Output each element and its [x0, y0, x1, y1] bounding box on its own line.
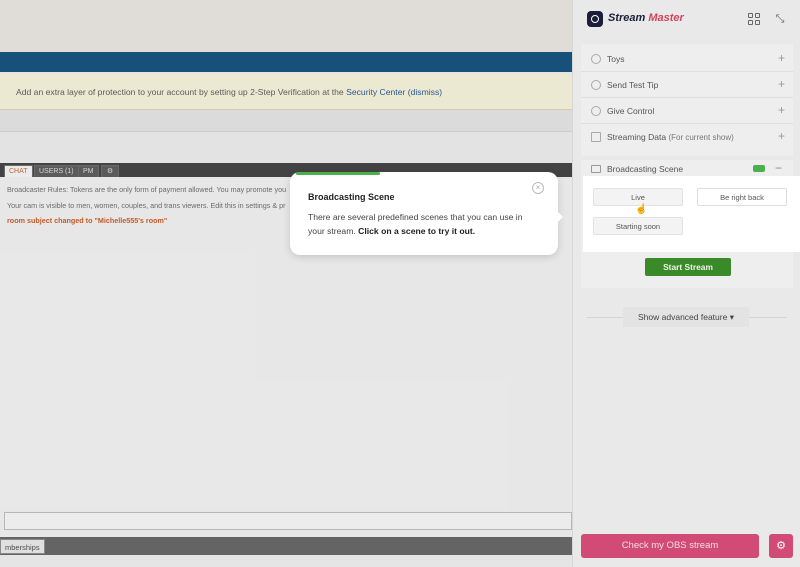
scene-options: Live Be right back Starting soon ☝	[583, 176, 800, 252]
app-title-main: Stream	[608, 12, 646, 24]
menu-item-label: Give Control	[607, 106, 655, 116]
main-page: Add an extra layer of protection to your…	[0, 0, 572, 567]
minus-icon[interactable]: −	[775, 161, 782, 175]
plus-icon[interactable]: +	[778, 78, 785, 90]
popover-instruction: Click on a scene to try it out.	[358, 226, 476, 236]
scene-label: Broadcasting Scene	[607, 164, 684, 174]
popover-arrow	[556, 210, 563, 224]
check-obs-stream-button[interactable]: Check my OBS stream	[581, 534, 759, 558]
menu-item-label: Toys	[607, 54, 625, 64]
menu-item-send-test-tip[interactable]: Send Test Tip +	[581, 72, 793, 98]
app-title-accent: Master	[648, 12, 684, 24]
streaming-data-sub: (For current show)	[668, 133, 734, 142]
collapse-icon[interactable]: ⤡	[773, 12, 787, 26]
popover-title: Broadcasting Scene	[308, 192, 395, 202]
toys-icon	[591, 54, 601, 64]
app-title: Stream Master	[608, 12, 684, 24]
tour-progress-bar	[296, 172, 380, 175]
plus-icon[interactable]: +	[778, 52, 785, 64]
popover-text: There are several predefined scenes that…	[308, 210, 540, 238]
scene-be-right-back-button[interactable]: Be right back	[697, 188, 787, 206]
tour-popover: Broadcasting Scene × There are several p…	[290, 172, 563, 255]
show-advanced-button[interactable]: Show advanced feature ▾	[623, 307, 749, 327]
stream-master-panel: Stream Master ⤡ Toys + Send Test Tip + G…	[572, 0, 800, 567]
feature-menu: Toys + Send Test Tip + Give Control + St…	[581, 44, 793, 156]
menu-item-streaming-data[interactable]: Streaming Data (For current show) +	[581, 124, 793, 150]
menu-item-label: Streaming Data (For current show)	[607, 132, 734, 142]
plus-icon[interactable]: +	[778, 104, 785, 116]
menu-item-give-control[interactable]: Give Control +	[581, 98, 793, 124]
logo-icon	[587, 11, 603, 27]
overlay-dim	[0, 0, 572, 567]
gear-icon[interactable]: ⚙	[769, 534, 793, 558]
grid-icon[interactable]	[747, 12, 761, 26]
start-stream-button[interactable]: Start Stream	[645, 258, 731, 276]
menu-item-toys[interactable]: Toys +	[581, 46, 793, 72]
broadcasting-scene-card: Broadcasting Scene − Live Be right back …	[581, 160, 800, 288]
scene-toggle[interactable]	[753, 165, 765, 172]
panel-header: Stream Master ⤡	[573, 0, 800, 38]
control-icon	[591, 106, 601, 116]
scene-icon	[591, 165, 601, 173]
close-icon[interactable]: ×	[532, 182, 544, 194]
cursor-icon: ☝	[635, 204, 648, 215]
chart-icon	[591, 132, 601, 142]
streaming-data-label: Streaming Data	[607, 132, 667, 142]
plus-icon[interactable]: +	[778, 130, 785, 142]
scene-starting-soon-button[interactable]: Starting soon	[593, 217, 683, 235]
menu-item-label: Send Test Tip	[607, 80, 659, 90]
tip-icon	[591, 80, 601, 90]
